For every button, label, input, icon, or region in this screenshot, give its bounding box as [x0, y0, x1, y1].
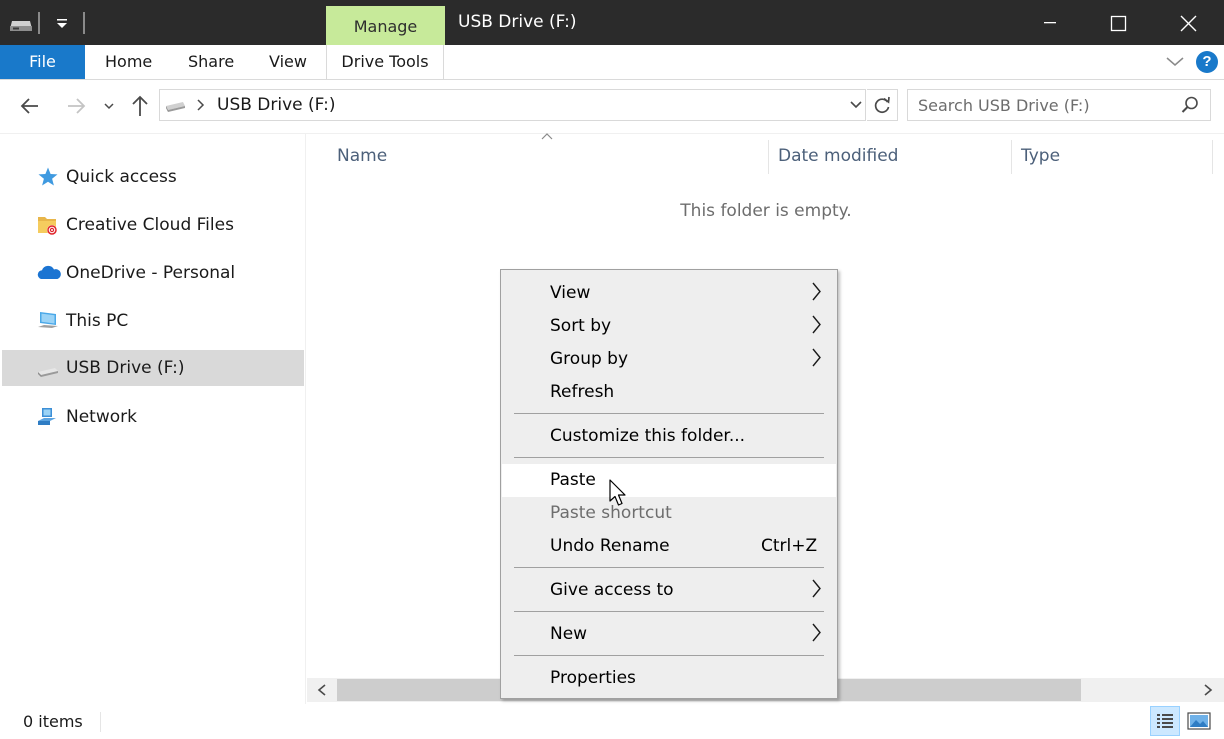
usb-drive-icon: [36, 357, 60, 381]
close-icon: [1180, 15, 1197, 32]
search-icon[interactable]: [1180, 95, 1200, 115]
forward-button[interactable]: [62, 92, 90, 120]
column-divider[interactable]: [1212, 140, 1213, 174]
column-divider[interactable]: [1011, 140, 1012, 174]
chevron-down-icon: [1166, 57, 1184, 66]
refresh-button[interactable]: [867, 89, 898, 121]
onedrive-cloud-icon: [36, 261, 61, 285]
chevron-right-icon: [808, 572, 826, 605]
help-button[interactable]: ?: [1196, 51, 1218, 73]
tab-view[interactable]: View: [269, 45, 307, 79]
menu-item-shortcut: Ctrl+Z: [761, 536, 818, 556]
star-icon: [36, 165, 60, 189]
mouse-cursor-icon: [607, 478, 631, 510]
quick-access-separator: [83, 12, 85, 34]
ribbon-tab-bar: [0, 45, 1224, 80]
address-history-dropdown[interactable]: [846, 96, 866, 114]
menu-item-label: Undo Rename: [550, 536, 670, 556]
column-header-date-modified[interactable]: Date modified: [778, 140, 898, 172]
menu-item-label: View: [550, 283, 591, 303]
tab-drive-tools[interactable]: Drive Tools: [326, 45, 444, 80]
menu-separator: [514, 611, 824, 612]
network-icon: [36, 405, 60, 429]
minimize-icon: [1044, 22, 1056, 24]
back-button[interactable]: [16, 92, 44, 120]
nav-item-label: This PC: [66, 311, 129, 331]
arrow-up-icon: [132, 95, 148, 116]
menu-item-label: Customize this folder...: [550, 426, 746, 446]
arrow-right-icon: [68, 98, 86, 114]
menu-item-label: Group by: [550, 349, 629, 369]
chevron-right-icon: [808, 616, 826, 649]
menu-item-label: Sort by: [550, 316, 612, 336]
tab-home[interactable]: Home: [105, 45, 152, 79]
column-header-name[interactable]: Name: [337, 140, 387, 172]
chevron-right-icon: [808, 341, 826, 374]
menu-item-label: Paste: [550, 470, 596, 490]
nav-item-label: Creative Cloud Files: [66, 215, 234, 235]
tab-share[interactable]: Share: [188, 45, 234, 79]
chevron-right-icon: [808, 275, 826, 308]
chevron-down-icon: [104, 103, 114, 110]
nav-item-label: Quick access: [66, 167, 177, 187]
menu-item-label: Refresh: [550, 382, 615, 402]
details-view-icon: [1157, 714, 1173, 728]
column-header-type[interactable]: Type: [1021, 140, 1060, 172]
expand-ribbon-button[interactable]: [1164, 52, 1186, 72]
drive-icon[interactable]: [8, 12, 34, 34]
menu-item-label: Properties: [550, 668, 636, 688]
maximize-icon: [1110, 15, 1127, 32]
maximize-button[interactable]: [1084, 0, 1154, 45]
manage-tab[interactable]: Manage: [326, 6, 445, 45]
menu-item-label: Give access to: [550, 580, 674, 600]
menu-separator: [514, 457, 824, 458]
up-button[interactable]: [128, 92, 152, 120]
details-view-button[interactable]: [1150, 706, 1180, 736]
close-button[interactable]: [1154, 0, 1224, 45]
customize-quick-access-dropdown[interactable]: [52, 10, 72, 36]
nav-item-label: USB Drive (F:): [66, 358, 185, 378]
arrow-left-icon: [20, 98, 38, 114]
breadcrumb-chevron-icon[interactable]: [194, 96, 208, 114]
quick-access-separator: [38, 12, 40, 34]
chevron-right-icon: [1204, 684, 1213, 696]
window-title: USB Drive (F:): [458, 12, 577, 32]
menu-separator: [514, 413, 824, 414]
empty-folder-message: This folder is empty.: [680, 201, 852, 221]
menu-separator: [514, 567, 824, 568]
sort-ascending-icon: [538, 130, 556, 142]
creative-cloud-folder-icon: [36, 213, 60, 237]
menu-item-label: New: [550, 624, 588, 644]
scroll-right-button[interactable]: [1198, 680, 1218, 700]
menu-separator: [514, 655, 824, 656]
chevron-right-icon: [808, 308, 826, 341]
chevron-left-icon: [317, 684, 326, 696]
nav-item-label: Network: [66, 407, 137, 427]
large-icons-view-icon: [1187, 712, 1211, 730]
recent-locations-button[interactable]: [100, 96, 118, 116]
status-bar: [0, 704, 1224, 739]
scroll-left-button[interactable]: [312, 680, 332, 700]
column-divider[interactable]: [768, 140, 769, 174]
breadcrumb[interactable]: USB Drive (F:): [217, 89, 335, 121]
file-tab[interactable]: File: [0, 45, 85, 79]
usb-drive-icon: [163, 96, 187, 114]
item-count: 0 items: [23, 712, 83, 731]
computer-icon: [36, 309, 60, 333]
status-divider: [100, 712, 101, 732]
chevron-down-icon: [850, 101, 862, 109]
nav-item-label: OneDrive - Personal: [66, 263, 236, 283]
large-icons-view-button[interactable]: [1184, 706, 1214, 736]
minimize-button[interactable]: [1014, 0, 1084, 45]
search-input[interactable]: [908, 90, 1178, 120]
refresh-icon: [874, 96, 890, 114]
